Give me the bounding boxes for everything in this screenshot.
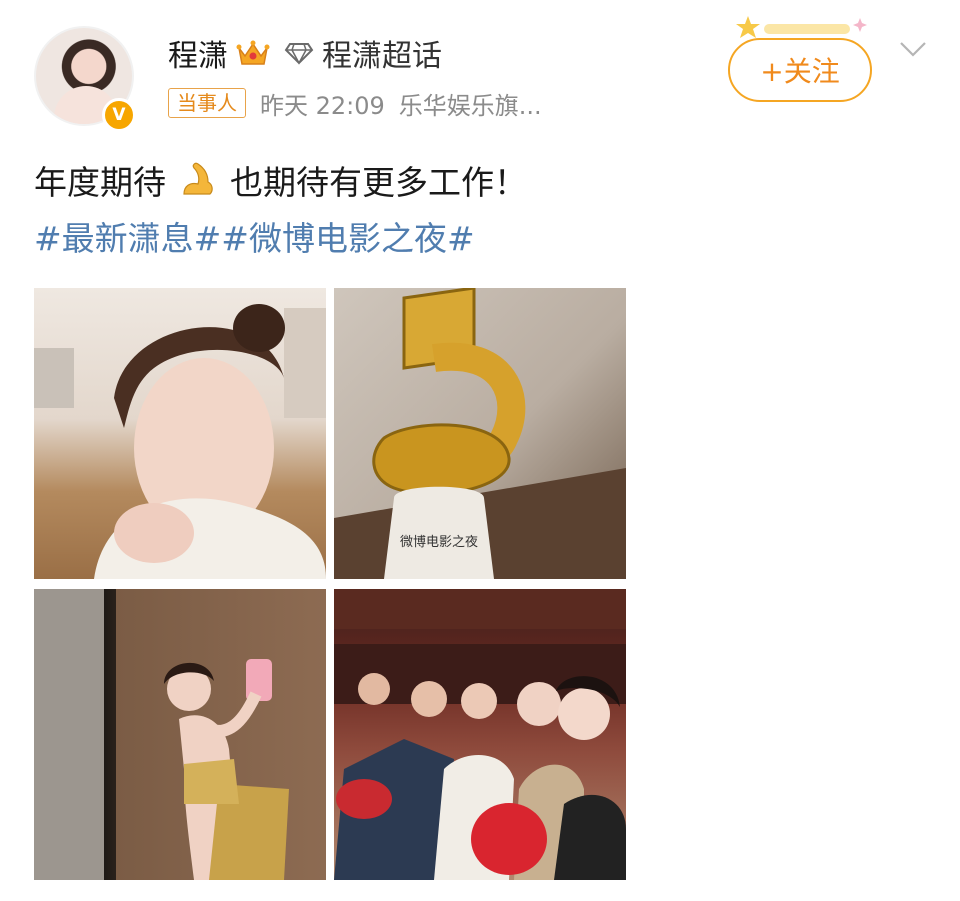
flexed-arm-icon xyxy=(183,162,213,195)
user-name[interactable]: 程潇 xyxy=(168,31,228,75)
portrait-illustration xyxy=(34,304,326,579)
photo-group-selfie[interactable] xyxy=(334,589,626,880)
photo-trophy[interactable]: 微博电影之夜 xyxy=(334,288,626,579)
role-tag: 当事人 xyxy=(168,88,246,118)
post-text: 年度期待 也期待有更多工作！ xyxy=(34,156,527,204)
crown-icon xyxy=(236,40,270,65)
trophy-illustration: 微博电影之夜 xyxy=(334,288,626,579)
hashtag-links[interactable]: #最新潇息##微博电影之夜# xyxy=(34,212,475,260)
follow-button[interactable]: +关注 xyxy=(728,38,872,102)
meta-row: 当事人 昨天 22:09 乐华娱乐旗... xyxy=(168,86,542,120)
verified-badge-icon: V xyxy=(102,98,136,132)
post-text-after: 也期待有更多工作！ xyxy=(230,163,527,202)
post-text-before: 年度期待 xyxy=(34,163,166,202)
photo-portrait[interactable] xyxy=(34,288,326,579)
diamond-icon xyxy=(284,43,314,65)
mirror-selfie-illustration xyxy=(164,659,289,880)
name-row: 程潇 程潇超话 xyxy=(168,32,442,74)
weibo-post: V 程潇 程潇超话 当事人 昨天 22:09 乐华娱乐旗... +关注 年度期待 xyxy=(0,0,960,901)
post-time: 昨天 22:09 xyxy=(260,91,385,120)
supertopic-link[interactable]: 程潇超话 xyxy=(322,31,442,75)
trophy-engraving: 微博电影之夜 xyxy=(400,535,478,550)
chevron-down-icon[interactable] xyxy=(898,38,928,60)
photo-mirror-selfie[interactable] xyxy=(34,589,326,880)
group-selfie-illustration xyxy=(334,589,626,880)
post-source: 乐华娱乐旗... xyxy=(398,91,542,120)
